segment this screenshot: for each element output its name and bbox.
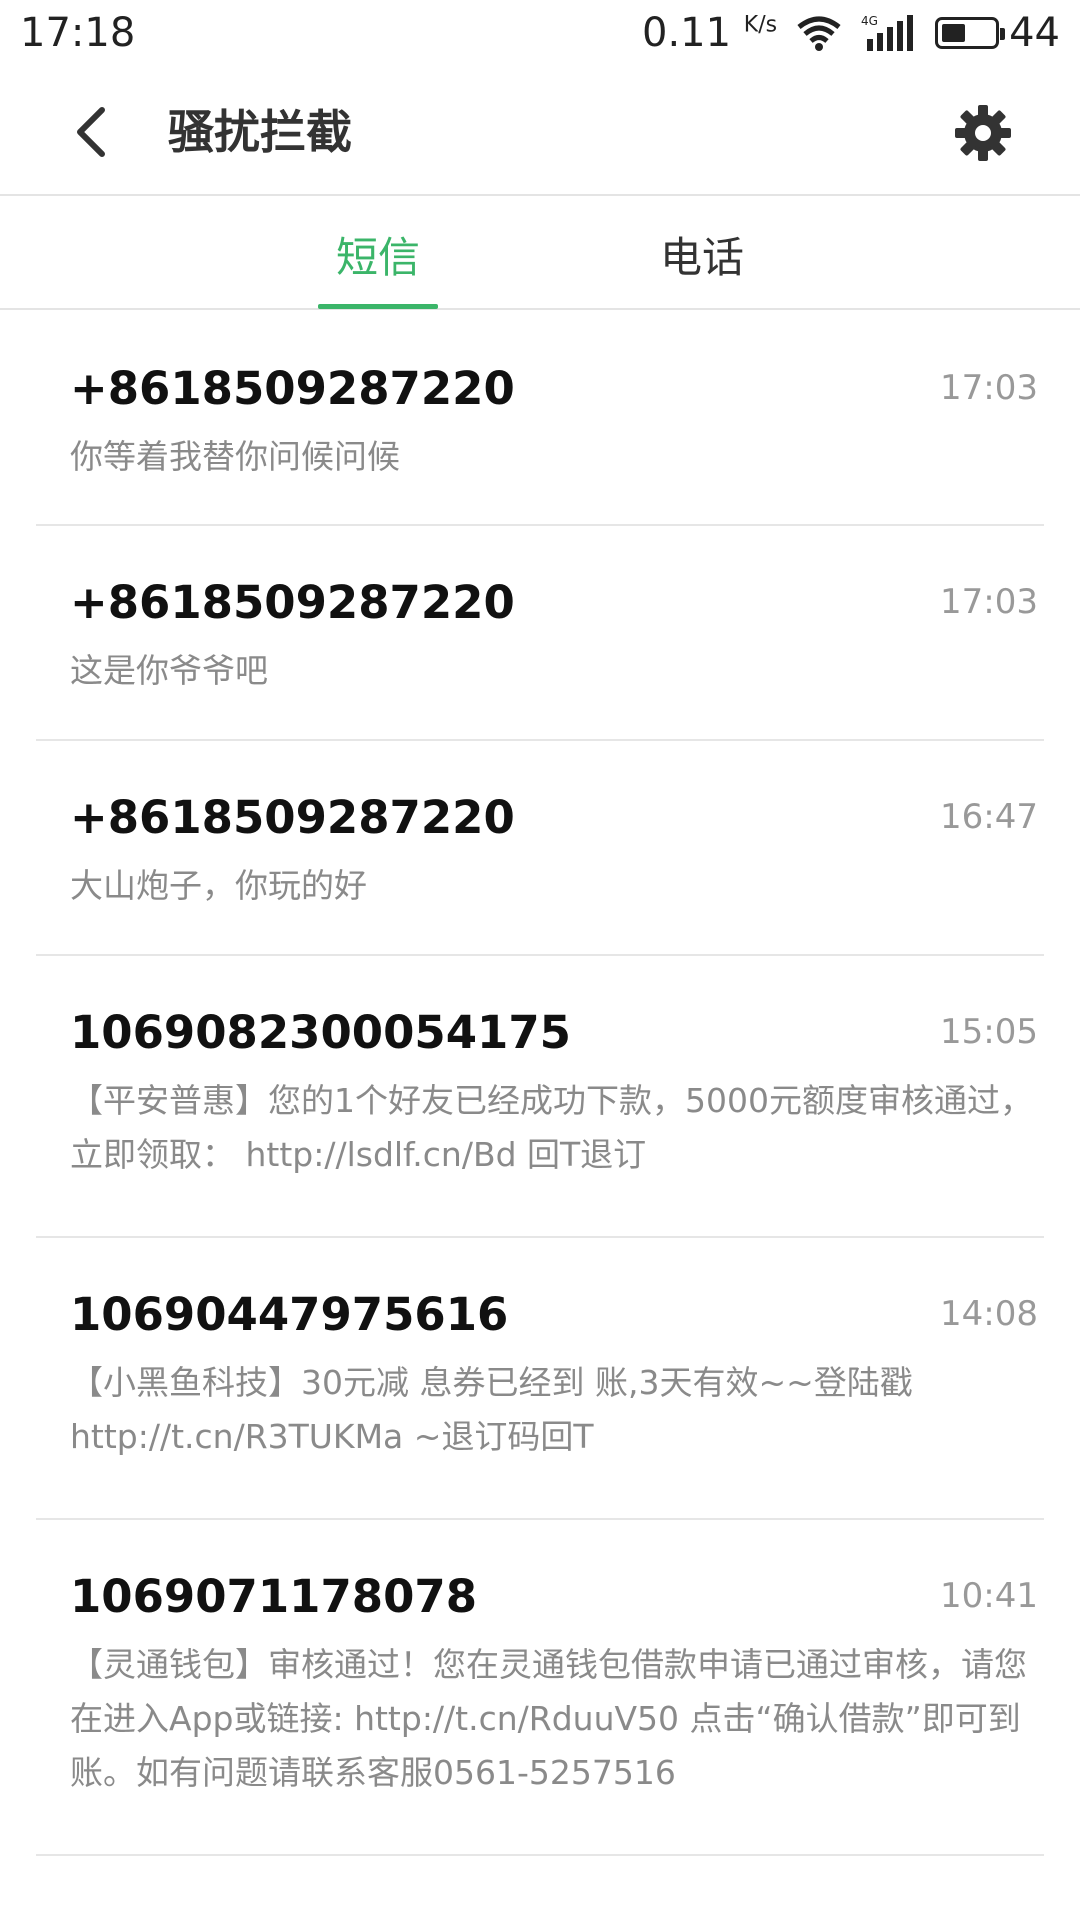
list-item[interactable]: 10690447975616 14:08 【小黑鱼科技】30元减 息券已经到 账… <box>36 1238 1044 1520</box>
message-sender: +8618509287220 <box>70 362 515 415</box>
message-sender: +8618509287220 <box>70 576 515 629</box>
message-preview: 【小黑鱼科技】30元减 息券已经到 账,3天有效~~登陆戳 http://t.c… <box>70 1363 913 1456</box>
status-time: 17:18 <box>20 10 136 56</box>
message-time: 14:08 <box>940 1294 1038 1334</box>
list-item[interactable]: +8618509287220 17:03 你等着我替你问候问候 <box>36 312 1044 526</box>
message-sender: +8618509287220 <box>70 791 515 844</box>
message-preview: 大山炮子，你玩的好 <box>70 866 367 905</box>
message-preview: 你等着我替你问候问候 <box>70 437 400 476</box>
tab-bar: 短信 电话 <box>0 198 1080 310</box>
list-item[interactable]: +8618509287220 16:47 大山炮子，你玩的好 <box>36 741 1044 956</box>
battery-icon <box>935 17 1006 49</box>
battery-indicator: 44 <box>935 10 1060 56</box>
message-preview: 这是你爷爷吧 <box>70 651 268 690</box>
app-header: 骚扰拦截 <box>0 66 1080 196</box>
message-time: 17:03 <box>940 582 1038 622</box>
wifi-icon <box>795 13 843 53</box>
message-sender: 1069082300054175 <box>70 1006 571 1059</box>
list-item[interactable]: 1069082300054175 15:05 【平安普惠】您的1个好友已经成功下… <box>36 956 1044 1238</box>
network-speed-unit: K/s <box>743 12 778 38</box>
battery-level: 44 <box>1009 10 1060 56</box>
back-button[interactable] <box>60 102 120 162</box>
message-list: +8618509287220 17:03 你等着我替你问候问候 +8618509… <box>0 312 1080 1856</box>
list-item[interactable]: +8618509287220 17:03 这是你爷爷吧 <box>36 526 1044 741</box>
network-speed: 0.11 K/s <box>642 10 778 56</box>
message-sender: 1069071178078 <box>70 1570 478 1623</box>
gear-icon <box>955 105 1011 161</box>
network-type: 4G <box>861 14 878 28</box>
message-preview: 【平安普惠】您的1个好友已经成功下款，5000元额度审核通过，立即领取： htt… <box>70 1081 1033 1174</box>
list-item[interactable]: 1069071178078 10:41 【灵通钱包】审核通过！您在灵通钱包借款申… <box>36 1520 1044 1856</box>
message-time: 16:47 <box>940 797 1038 837</box>
status-bar: 17:18 0.11 K/s 4G 44 <box>0 0 1080 66</box>
message-time: 10:41 <box>940 1576 1038 1616</box>
battery-fill <box>942 24 966 42</box>
settings-button[interactable] <box>950 100 1016 166</box>
message-time: 15:05 <box>940 1012 1038 1052</box>
page-title: 骚扰拦截 <box>168 105 352 159</box>
message-time: 17:03 <box>940 368 1038 408</box>
chevron-left-icon <box>77 107 105 157</box>
status-icons: 0.11 K/s 4G 44 <box>642 10 1060 56</box>
active-tab-indicator <box>318 304 438 309</box>
tab-sms[interactable]: 短信 <box>298 198 458 310</box>
message-preview: 【灵通钱包】审核通过！您在灵通钱包借款申请已通过审核，请您在进入App或链接: … <box>70 1645 1027 1792</box>
message-sender: 10690447975616 <box>70 1288 509 1341</box>
cellular-signal-icon: 4G <box>861 13 917 53</box>
tab-calls[interactable]: 电话 <box>622 198 782 310</box>
